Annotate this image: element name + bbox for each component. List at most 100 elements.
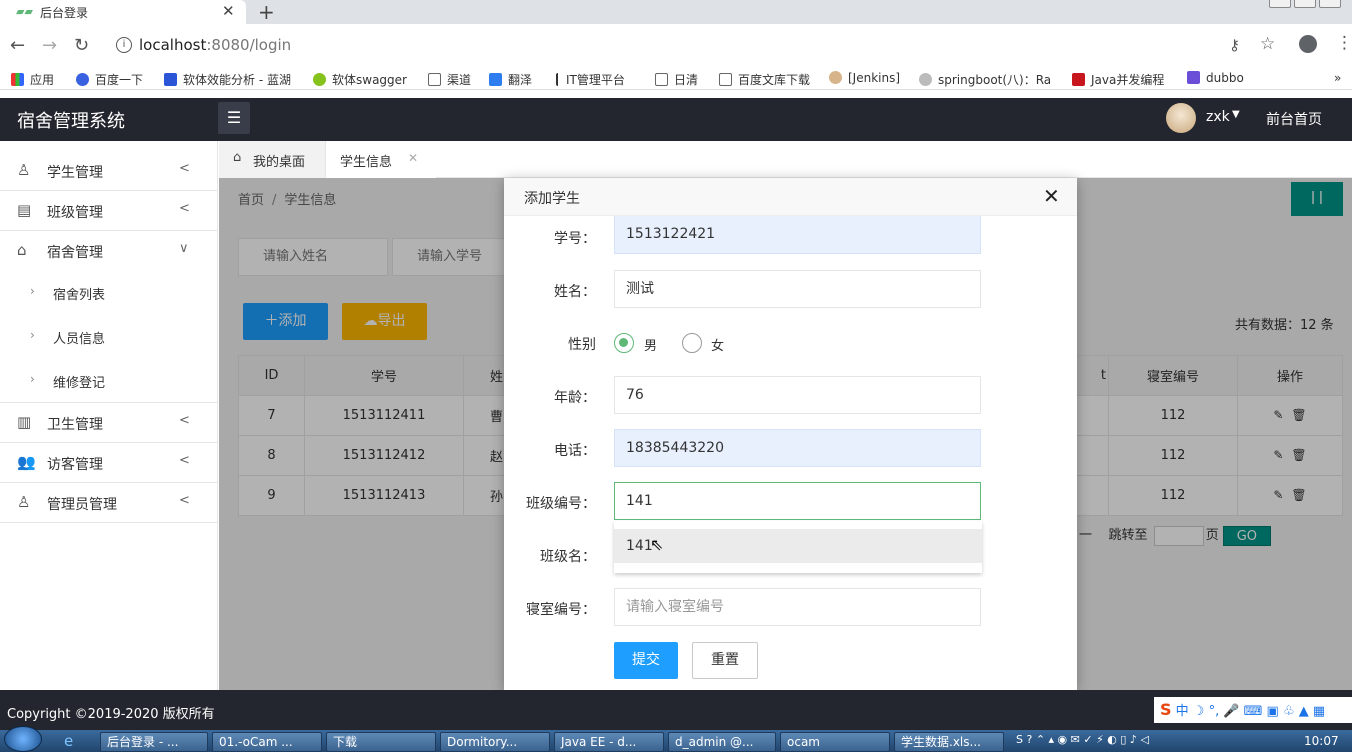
close-icon[interactable]: ✕ [1043,184,1060,208]
forward-icon[interactable]: → [42,35,57,56]
bookmark-springboot[interactable]: springboot(八)：Ra [919,71,1051,88]
sidebar-label: 管理员管理 [47,497,117,513]
ie-icon[interactable]: e [64,732,73,750]
chevron-left-icon: < [179,453,190,468]
browser-tab-title: 后台登录 [40,6,89,20]
user-name[interactable]: zxk [1206,109,1230,125]
tab-desktop[interactable]: ⌂ 我的桌面 [219,141,326,178]
bookmark-lanhu[interactable]: 软体效能分析 - 蓝湖 [164,71,291,88]
sidebar-item-dorms[interactable]: ⌂ 宿舍管理 ∨ [0,231,218,271]
sidebar-item-hygiene[interactable]: ▥ 卫生管理 < [0,403,218,443]
tab-favicon-icon: ▰▰ [16,5,33,18]
sidebar-subitem-dorm-list[interactable]: › 宿舍列表 [0,271,218,315]
bookmark-it-platform[interactable]: IT管理平台 [556,71,625,88]
autocomplete-dropdown: 141 [614,521,982,573]
footer: Copyright ©2019-2020 版权所有 S 中 ☽ °, 🎤 ⌨ ▣… [0,690,1352,730]
sidebar-item-classes[interactable]: ▤ 班级管理 < [0,191,218,231]
close-icon[interactable]: ✕ [408,151,418,165]
taskbar-item[interactable]: Java EE - d... [554,732,664,752]
sex-male-radio[interactable] [614,333,634,353]
browser-tab[interactable]: ▰▰ 后台登录 ✕ [0,0,246,24]
bookmark-wenku[interactable]: 百度文库下载 [719,71,810,88]
site-info-icon[interactable]: i [116,37,132,53]
sidebar-subitem-people[interactable]: › 人员信息 [0,315,218,359]
sidebar-sublabel: 维修登记 [53,376,106,391]
ime-toolbar[interactable]: S 中 ☽ °, 🎤 ⌨ ▣ ♧ ▲ ▦ [1154,697,1352,723]
bookmark-channel[interactable]: 渠道 [428,71,471,88]
bookmark-swagger[interactable]: 软体swagger [313,71,407,88]
sex-female-radio[interactable] [682,333,702,353]
sidebar-item-visitors[interactable]: 👥 访客管理 < [0,443,218,483]
taskbar-item[interactable]: 下载 [326,732,436,752]
address-bar[interactable]: localhost:8080/login [139,36,291,54]
chevron-right-icon: › [30,372,35,386]
class-no-label: 班级编号： [526,496,596,512]
clipboard-icon: ▥ [17,413,32,431]
menu-toggle-icon[interactable]: ☰ [218,102,250,134]
url-host: localhost [139,36,207,54]
tray-icons[interactable]: S ? ⌃ ▴ ◉ ✉ ✓ ⚡ ◐ ▯ ♪ ◁ [1016,733,1149,746]
close-tab-icon[interactable]: ✕ [222,2,235,20]
age-label: 年龄： [554,390,596,406]
sidebar: ♙ 学生管理 < ▤ 班级管理 < ⌂ 宿舍管理 ∨ › 宿舍列表 › 人员信息 › 维修登记 ▥… [0,141,218,690]
sidebar-item-admins[interactable]: ♙ 管理员管理 < [0,483,218,523]
taskbar-item[interactable]: ocam [780,732,890,752]
add-student-dialog: 添加学生 ✕ 学号： 1513122421 姓名： 测试 性别 男 女 年龄： … [504,178,1077,690]
sidebar-label: 班级管理 [47,205,103,221]
reload-icon[interactable]: ↻ [74,35,89,56]
taskbar-item[interactable]: 后台登录 - ... [100,732,208,752]
window-controls[interactable] [1266,0,1352,12]
taskbar-item[interactable]: d_admin @... [668,732,776,752]
sidebar-sublabel: 人员信息 [53,332,106,347]
doc-icon: ▤ [17,201,32,219]
start-button[interactable] [4,726,42,752]
chevron-left-icon: < [179,161,190,176]
sex-label: 性别 [568,337,596,353]
bookmark-java-concurrency[interactable]: Java并发编程 [1072,71,1164,88]
sex-female-label[interactable]: 女 [711,335,724,354]
back-icon[interactable]: ← [10,35,25,56]
dialog-title: 添加学生 [524,191,580,207]
chevron-left-icon: < [179,413,190,428]
reset-button[interactable]: 重置 [692,642,758,679]
bookmark-daily[interactable]: 日清 [655,71,698,88]
front-page-link[interactable]: 前台首页 [1266,109,1322,129]
chevron-down-icon: ∨ [179,241,189,256]
phone-field[interactable]: 18385443220 [614,429,981,467]
taskbar-item[interactable]: 学生数据.xls... [894,732,1004,752]
admin-icon: ♙ [17,493,31,511]
sidebar-sublabel: 宿舍列表 [53,288,106,303]
bookmark-jenkins[interactable]: [Jenkins] [829,71,900,85]
bookmarks-overflow-icon[interactable]: » [1334,71,1341,85]
tab-student-info[interactable]: 学生信息 ✕ [326,141,436,178]
clock: 10:07 [1304,734,1339,748]
dorm-no-field[interactable]: 请输入寝室编号 [614,588,981,626]
caret-down-icon[interactable]: ▼ [1232,109,1240,120]
bookmark-translate[interactable]: 翻泽 [489,71,532,88]
submit-button[interactable]: 提交 [614,642,678,679]
star-icon[interactable]: ☆ [1260,34,1275,54]
copyright-text: Copyright ©2019-2020 版权所有 [7,707,215,722]
users-icon: 👥 [17,453,36,471]
profile-icon[interactable] [1299,35,1317,53]
chevron-right-icon: › [30,284,35,298]
age-field[interactable]: 76 [614,376,981,414]
taskbar-item[interactable]: 01.-oCam ... [212,732,322,752]
name-field[interactable]: 测试 [614,270,981,308]
menu-dots-icon[interactable]: ⋮ [1336,33,1352,53]
bookmarks-bar: 应用 百度一下 软体效能分析 - 蓝湖 软体swagger 渠道 翻泽 IT管理… [0,68,1352,90]
key-icon[interactable]: ⚷ [1229,36,1240,54]
avatar[interactable] [1166,103,1196,133]
student-no-field[interactable]: 1513122421 [614,216,981,254]
url-path: :8080/login [206,36,292,54]
class-no-field[interactable]: 141 [614,482,981,520]
sidebar-item-students[interactable]: ♙ 学生管理 < [0,151,218,191]
bookmark-baidu[interactable]: 百度一下 [76,71,143,88]
taskbar-item[interactable]: Dormitory... [440,732,550,752]
bookmark-dubbo[interactable]: dubbo [1187,71,1244,85]
autocomplete-option[interactable]: 141 [614,529,982,563]
new-tab-icon[interactable]: + [258,0,275,24]
bookmark-apps[interactable]: 应用 [11,71,54,88]
sidebar-subitem-repair[interactable]: › 维修登记 [0,359,218,403]
sex-male-label[interactable]: 男 [644,335,657,354]
